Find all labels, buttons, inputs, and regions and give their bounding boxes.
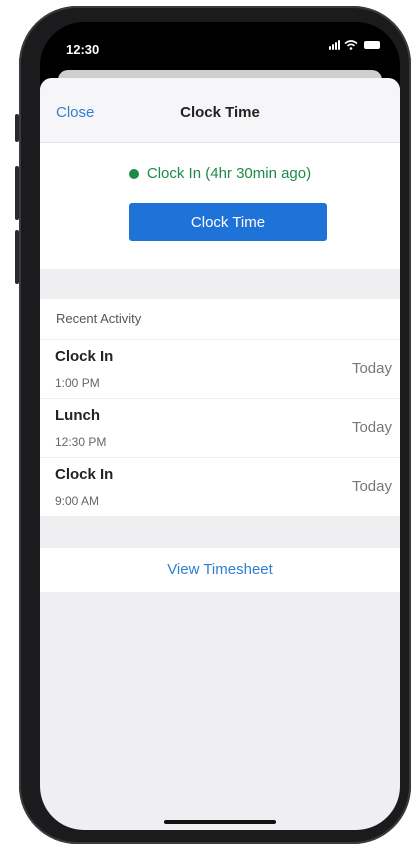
- clock-status: Clock In (4hr 30min ago): [40, 165, 400, 182]
- activity-title: Clock In: [55, 466, 114, 483]
- activity-time: 1:00 PM: [55, 376, 100, 390]
- section-spacer: [40, 516, 400, 548]
- battery-icon: [364, 41, 380, 49]
- recent-activity-section: Recent Activity Clock In 1:00 PM Today L…: [40, 299, 400, 516]
- activity-time: 12:30 PM: [55, 435, 107, 449]
- clock-status-text: Clock In (4hr 30min ago): [146, 165, 312, 182]
- activity-time: 9:00 AM: [55, 494, 100, 508]
- signal-icon: [329, 40, 340, 50]
- status-time: 12:30: [66, 42, 100, 57]
- page-title: Clock Time: [180, 104, 260, 121]
- home-indicator: [164, 820, 276, 824]
- section-spacer: [40, 269, 400, 299]
- clock-time-button[interactable]: Clock Time: [129, 203, 327, 241]
- side-button-volume-down: [15, 230, 19, 284]
- phone-screen: 12:30 Close Clock Time Clock In (4hr 30m…: [40, 22, 400, 830]
- activity-row[interactable]: Clock In 9:00 AM Today: [40, 458, 400, 516]
- side-button-volume-up: [15, 166, 19, 220]
- status-dot-icon: [128, 168, 139, 179]
- activity-row[interactable]: Lunch 12:30 PM Today: [40, 399, 400, 458]
- activity-date: Today: [351, 360, 392, 377]
- activity-row[interactable]: Clock In 1:00 PM Today: [40, 340, 400, 399]
- clock-time-sheet: Close Clock Time Clock In (4hr 30min ago…: [40, 78, 400, 830]
- clock-status-card: Clock In (4hr 30min ago) Clock Time: [40, 143, 400, 269]
- nav-bar: Close Clock Time: [40, 78, 400, 143]
- activity-title: Lunch: [55, 407, 100, 424]
- recent-activity-header: Recent Activity: [40, 299, 400, 340]
- view-timesheet-link[interactable]: View Timesheet: [40, 548, 400, 592]
- wifi-icon: [344, 40, 358, 50]
- activity-date: Today: [351, 478, 392, 495]
- side-button-mute: [15, 114, 19, 142]
- activity-title: Clock In: [55, 348, 114, 365]
- activity-date: Today: [351, 419, 392, 436]
- status-bar: 12:30: [40, 22, 400, 70]
- status-icons: [329, 40, 380, 50]
